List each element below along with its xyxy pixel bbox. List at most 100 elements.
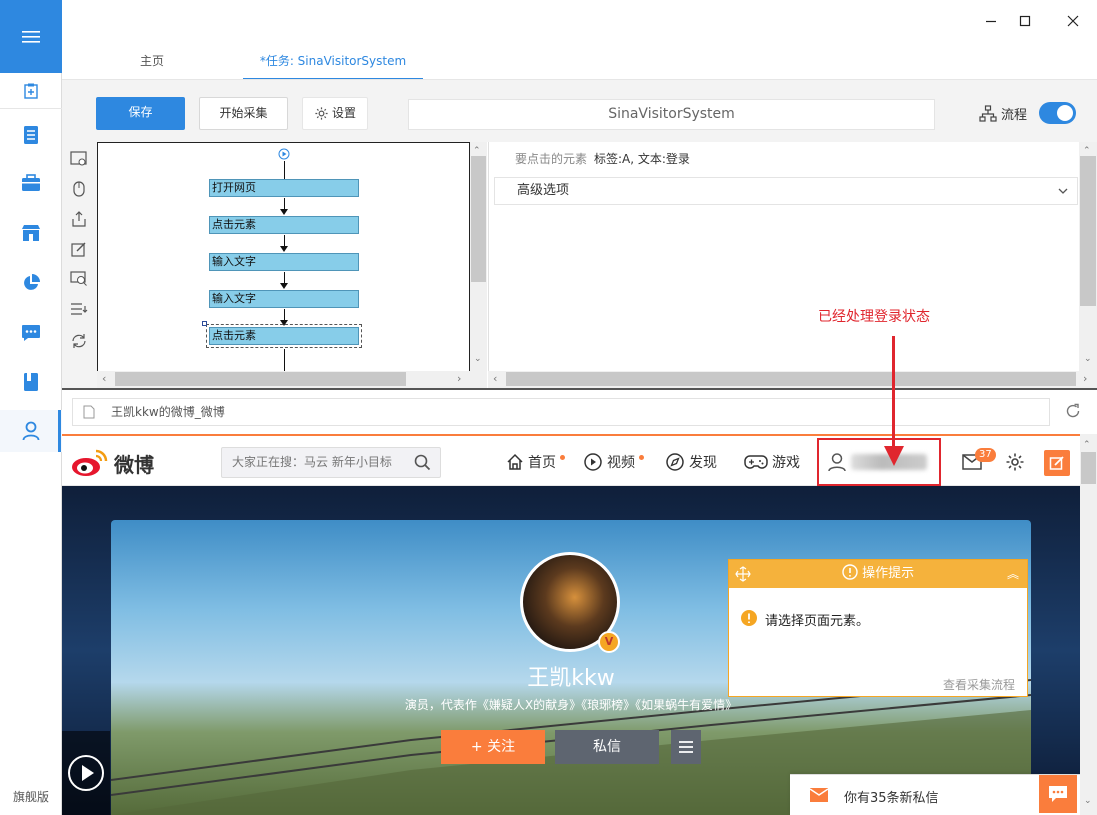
url-text: 王凯kkw的微博_微博 [111,405,225,419]
nav-video[interactable]: 视频 [583,452,644,472]
chat-open-button[interactable] [1039,775,1077,813]
collapse-icon[interactable]: ︽ [1007,560,1019,588]
target-element-label: 要点击的元素 [515,152,588,166]
video-icon [583,452,603,472]
play-icon [67,754,105,792]
gamepad-icon [744,453,768,471]
export-icon[interactable] [68,208,90,230]
nav-discover[interactable]: 发现 [665,452,717,472]
search-placeholder: 大家正在搜：马云 新年小目标 [232,455,392,469]
browser-vertical-scrollbar[interactable]: ⌃ ⌄ [1080,434,1097,815]
list-sort-icon[interactable] [68,298,90,320]
flow-canvas[interactable]: 打开网页 点击元素 输入文字 输入文字 点击元素 [97,142,470,373]
browser-url-bar: 王凯kkw的微博_微博 [62,388,1097,434]
compose-button[interactable] [1044,450,1070,476]
view-flow-link[interactable]: 查看采集流程 [943,676,1015,693]
url-input[interactable]: 王凯kkw的微博_微博 [72,398,1050,426]
gear-icon [314,106,329,121]
move-icon[interactable] [735,566,751,582]
properties-panel: 要点击的元素 标签:A, 文本:登录 高级选项 [488,142,1078,388]
close-icon[interactable] [1058,6,1088,36]
annotation-arrow-head [884,446,904,466]
user-icon[interactable] [0,410,62,452]
sidebar: 旗舰版 [0,0,62,815]
flow-node-input-text[interactable]: 输入文字 [209,290,359,308]
tab-home[interactable]: 主页 [62,44,242,80]
settings-label: 设置 [331,106,356,120]
advanced-options-dropdown[interactable]: 高级选项 [494,177,1078,205]
page-icon [83,405,95,419]
annotation-arrow [892,336,895,450]
login-status-highlight [817,438,941,486]
flow-label-text: 流程 [1001,108,1028,123]
flow-node-click-element[interactable]: 点击元素 [209,216,359,234]
properties-horizontal-scrollbar[interactable]: ‹ › [488,371,1097,388]
nav-discover-label: 发现 [689,455,717,471]
toolbox-icon[interactable] [0,163,62,203]
nav-home[interactable]: 首页 [506,452,565,472]
maximize-icon[interactable] [1010,6,1040,36]
new-messages-text: 你有35条新私信 [844,791,939,806]
advanced-options-label: 高级选项 [517,183,570,198]
edit-icon[interactable] [68,238,90,260]
tab-task[interactable]: *任务: SinaVisitorSystem [243,44,423,80]
info-icon [842,564,858,580]
flow-toggle-switch[interactable] [1039,102,1076,124]
envelope-icon [810,788,828,802]
canvas-vertical-scrollbar[interactable]: ⌃ ⌄ [470,142,487,372]
canvas-horizontal-scrollbar[interactable]: ‹ › [97,371,487,388]
tip-message: 请选择页面元素。 [765,614,870,629]
search-icon[interactable] [414,454,431,471]
target-element-value: 标签:A, 文本:登录 [594,152,690,166]
flow-toggle-label: 流程 [979,104,1027,123]
store-icon[interactable] [0,213,62,253]
user-icon[interactable] [827,452,847,472]
nav-video-label: 视频 [607,455,635,471]
weibo-search-input[interactable]: 大家正在搜：马云 新年小目标 [221,447,441,478]
nav-games-label: 游戏 [772,455,800,471]
weibo-eye-icon [70,448,110,478]
stats-pie-icon[interactable] [0,263,62,303]
new-messages-bar[interactable]: 你有35条新私信 [790,774,1080,815]
tip-panel-header[interactable]: 操作提示 ︽ [729,560,1027,588]
home-icon [506,453,524,471]
task-list-icon[interactable] [0,115,62,155]
flow-node-open-page[interactable]: 打开网页 [209,179,359,197]
mail-count-badge: 37 [975,448,996,462]
flow-start-icon [278,148,290,160]
flow-node-click-element-selected[interactable]: 点击元素 [206,324,362,348]
nav-games[interactable]: 游戏 [744,452,800,472]
add-step-icon[interactable] [68,148,90,170]
video-play-button[interactable] [62,731,110,815]
gear-icon[interactable] [1005,452,1025,472]
minimize-icon[interactable] [976,6,1006,36]
refresh-icon[interactable] [68,330,90,352]
compose-icon [1049,455,1065,471]
follow-button[interactable]: + 关注 [441,730,545,764]
settings-button[interactable]: 设置 [302,97,368,130]
start-collect-button[interactable]: 开始采集 [199,97,288,130]
more-menu-button[interactable] [671,730,701,764]
book-icon[interactable] [0,362,62,402]
task-name-field[interactable]: SinaVisitorSystem [408,99,935,130]
mouse-icon[interactable] [68,178,90,200]
private-message-button[interactable]: 私信 [555,730,659,764]
active-indicator [58,410,61,452]
chevron-down-icon [1057,178,1069,204]
toolbar: 保存 开始采集 设置 SinaVisitorSystem 流程 [62,80,1097,142]
new-task-icon[interactable] [0,73,62,109]
title-bar [62,0,1097,42]
browser-viewport: 微博 大家正在搜：马云 新年小目标 首页 视频 发现 游戏 37 V 王凯kkw… [62,434,1080,815]
edition-label: 旗舰版 [12,790,49,804]
weibo-logo[interactable]: 微博 [70,448,154,478]
properties-vertical-scrollbar[interactable]: ⌃ ⌄ [1079,142,1097,372]
save-button[interactable]: 保存 [96,97,185,130]
chat-icon[interactable] [0,313,62,353]
warning-icon [741,610,757,626]
search-element-icon[interactable] [68,268,90,290]
menu-icon[interactable] [0,0,62,73]
profile-background: V 王凯kkw 演员，代表作《嫌疑人X的献身》《琅琊榜》《如果蜗牛有爱情》 + … [62,486,1080,815]
operation-tip-panel: 操作提示 ︽ 请选择页面元素。 查看采集流程 [728,559,1028,697]
reload-icon[interactable] [1065,403,1081,419]
flow-node-input-text[interactable]: 输入文字 [209,253,359,271]
